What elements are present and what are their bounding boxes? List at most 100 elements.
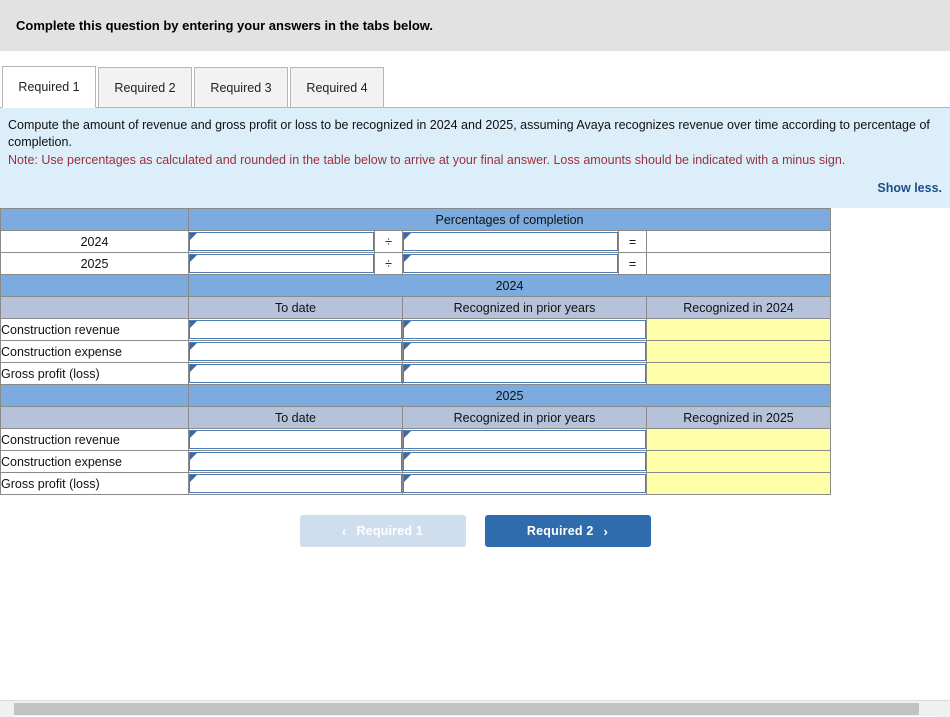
section-2024-col-to-date: To date (189, 297, 403, 319)
section-2025-construction-revenue-to-date-input[interactable] (189, 430, 402, 449)
section-2025-gross-profit-to-date-input[interactable] (189, 474, 402, 493)
section-2025-row-2-to-date-cell (189, 473, 403, 495)
percentage-row-2024: 2024 ÷ = (1, 231, 831, 253)
section-2025-year-header: 2025 (189, 385, 831, 407)
section-2024-col-recognized: Recognized in 2024 (647, 297, 831, 319)
section-2024-row-1-to-date-cell (189, 341, 403, 363)
tab-required-3[interactable]: Required 3 (194, 67, 288, 108)
percentage-2025-denominator-cell (403, 253, 619, 275)
percentage-2024-denominator-input[interactable] (403, 232, 618, 251)
section-2024-header-row: 2024 (1, 275, 831, 297)
section-2025-gross-profit-recognized (647, 473, 831, 495)
section-2025-construction-revenue-recognized (647, 429, 831, 451)
percentage-row-2025-year: 2025 (1, 253, 189, 275)
horizontal-scrollbar-thumb[interactable] (14, 703, 919, 715)
percentage-2025-denominator-input[interactable] (403, 254, 618, 273)
section-2025-row-2-label: Gross profit (loss) (1, 473, 189, 495)
table-row: Gross profit (loss) (1, 473, 831, 495)
section-2025-construction-revenue-prior-years-input[interactable] (403, 430, 646, 449)
section-2025-col-prior-years: Recognized in prior years (403, 407, 647, 429)
section-2024-construction-revenue-prior-years-input[interactable] (403, 320, 646, 339)
tab-required-1[interactable]: Required 1 (2, 66, 96, 108)
section-2024-gross-profit-prior-years-input[interactable] (403, 364, 646, 383)
section-2024-year-header: 2024 (189, 275, 831, 297)
percentage-2024-result-cell (647, 231, 831, 253)
table-row: Construction revenue (1, 319, 831, 341)
divide-symbol-2025: ÷ (375, 253, 403, 275)
section-2025-row-0-prior-years-cell (403, 429, 647, 451)
chevron-right-icon: › (604, 524, 609, 539)
section-2024-construction-expense-prior-years-input[interactable] (403, 342, 646, 361)
equals-symbol-2025: = (619, 253, 647, 275)
section-2024-row-1-label: Construction expense (1, 341, 189, 363)
percentages-header-row: Percentages of completion (1, 209, 831, 231)
table-row: Construction expense (1, 341, 831, 363)
prev-required-button: ‹ Required 1 (300, 515, 466, 547)
section-2025-col-to-date: To date (189, 407, 403, 429)
section-2025-column-header-row: To date Recognized in prior years Recogn… (1, 407, 831, 429)
chevron-left-icon: ‹ (342, 524, 347, 539)
show-less-wrap: Show less. (8, 180, 936, 197)
percentage-2024-numerator-cell (189, 231, 375, 253)
section-2024-construction-expense-recognized (647, 341, 831, 363)
section-2024-row-0-to-date-cell (189, 319, 403, 341)
answer-table: Percentages of completion 2024 ÷ = 2025 … (0, 208, 831, 495)
scroll-right-arrow-icon[interactable] (936, 701, 950, 717)
section-2024-row-0-prior-years-cell (403, 319, 647, 341)
tab-required-2[interactable]: Required 2 (98, 67, 192, 108)
section-2024-col-prior-years: Recognized in prior years (403, 297, 647, 319)
tab-required-1-label: Required 1 (18, 80, 79, 94)
show-less-link[interactable]: Show less. (877, 180, 942, 197)
section-2024-construction-revenue-recognized (647, 319, 831, 341)
table-row: Construction expense (1, 451, 831, 473)
section-2024-column-header-row: To date Recognized in prior years Recogn… (1, 297, 831, 319)
section-2024-gross-profit-recognized (647, 363, 831, 385)
answer-table-wrap: Percentages of completion 2024 ÷ = 2025 … (0, 208, 950, 495)
question-banner: Complete this question by entering your … (0, 0, 950, 51)
corner-blank-cell (1, 209, 189, 231)
divide-symbol-2024: ÷ (375, 231, 403, 253)
percentage-2025-result-cell (647, 253, 831, 275)
banner-title: Complete this question by entering your … (16, 18, 433, 33)
section-2024-row-2-to-date-cell (189, 363, 403, 385)
required-tab-strip: Required 1 Required 2 Required 3 Require… (0, 51, 950, 108)
section-2025-row-1-prior-years-cell (403, 451, 647, 473)
table-row: Construction revenue (1, 429, 831, 451)
next-required-button-label: Required 2 (527, 524, 594, 538)
instruction-panel: Compute the amount of revenue and gross … (0, 108, 950, 208)
tab-required-4[interactable]: Required 4 (290, 67, 384, 108)
section-2024-gross-profit-to-date-input[interactable] (189, 364, 402, 383)
section-2025-label-col-header (1, 407, 189, 429)
next-required-button[interactable]: Required 2 › (485, 515, 651, 547)
section-2024-construction-expense-to-date-input[interactable] (189, 342, 402, 361)
section-2024-row-2-label: Gross profit (loss) (1, 363, 189, 385)
instruction-note-text: Note: Use percentages as calculated and … (8, 152, 936, 169)
percentage-2025-numerator-cell (189, 253, 375, 275)
section-2025-gross-profit-prior-years-input[interactable] (403, 474, 646, 493)
scroll-left-arrow-icon[interactable] (0, 701, 14, 717)
section-2025-row-1-to-date-cell (189, 451, 403, 473)
prev-required-button-label: Required 1 (356, 524, 423, 538)
section-2025-col-recognized: Recognized in 2025 (647, 407, 831, 429)
percentages-of-completion-header: Percentages of completion (189, 209, 831, 231)
tab-required-4-label: Required 4 (306, 81, 367, 95)
horizontal-scrollbar[interactable] (0, 700, 950, 716)
instruction-main-text: Compute the amount of revenue and gross … (8, 117, 936, 152)
section-2024-row-0-label: Construction revenue (1, 319, 189, 341)
section-2025-construction-expense-prior-years-input[interactable] (403, 452, 646, 471)
section-2025-row-0-label: Construction revenue (1, 429, 189, 451)
section-2024-construction-revenue-to-date-input[interactable] (189, 320, 402, 339)
navigation-row: ‹ Required 1 Required 2 › (0, 515, 950, 547)
tab-required-2-label: Required 2 (114, 81, 175, 95)
percentage-2025-numerator-input[interactable] (189, 254, 374, 273)
table-row: Gross profit (loss) (1, 363, 831, 385)
section-2025-construction-expense-to-date-input[interactable] (189, 452, 402, 471)
equals-symbol-2024: = (619, 231, 647, 253)
percentage-row-2024-year: 2024 (1, 231, 189, 253)
section-2024-label-col-header (1, 297, 189, 319)
percentage-2024-numerator-input[interactable] (189, 232, 374, 251)
section-2025-construction-expense-recognized (647, 451, 831, 473)
percentage-row-2025: 2025 ÷ = (1, 253, 831, 275)
section-2025-row-1-label: Construction expense (1, 451, 189, 473)
section-2025-row-2-prior-years-cell (403, 473, 647, 495)
